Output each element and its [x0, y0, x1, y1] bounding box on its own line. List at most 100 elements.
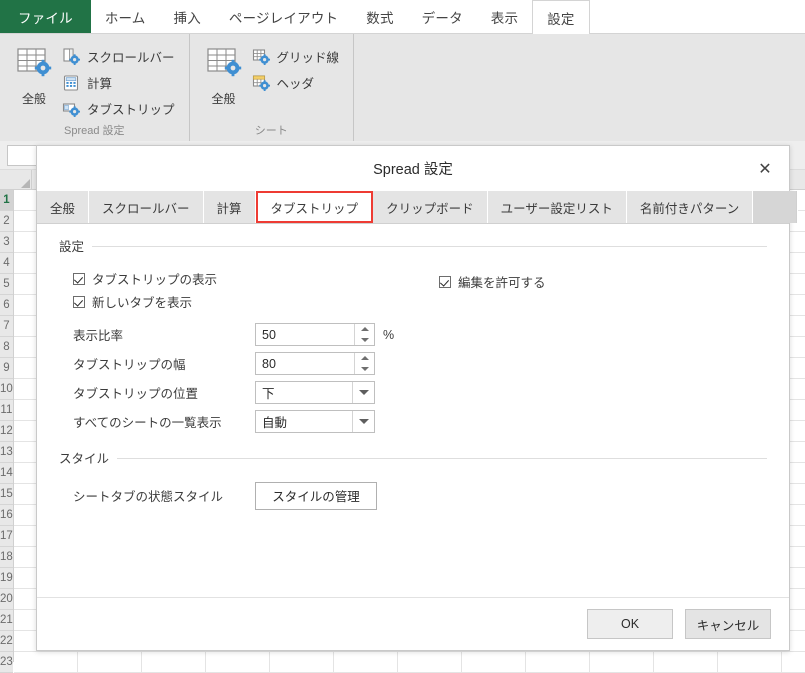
- ribbon-button-gridline[interactable]: グリッド線: [250, 46, 346, 67]
- dropdown-show-all-sheets[interactable]: 自動: [255, 410, 375, 433]
- ribbon-tab-page-layout[interactable]: ページレイアウト: [215, 0, 352, 33]
- dialog-tab-blank[interactable]: [753, 191, 798, 223]
- grid-cell[interactable]: [333, 652, 398, 673]
- spinner-down-icon[interactable]: [355, 335, 374, 346]
- grid-cell[interactable]: [141, 652, 206, 673]
- row-header[interactable]: 2: [0, 211, 13, 232]
- excel-window: ファイル ホーム 挿入 ページレイアウト 数式 データ 表示 設定 全般 スクロ…: [0, 0, 805, 673]
- checkbox-row-allow-edit[interactable]: 編集を許可する: [439, 272, 546, 291]
- field-row-zoom-ratio: 表示比率 50 %: [59, 320, 767, 349]
- dialog-tab-named-pattern[interactable]: 名前付きパターン: [626, 191, 754, 223]
- ribbon-button-scrollbar[interactable]: スクロールバー: [60, 46, 181, 67]
- checkbox-icon[interactable]: [439, 275, 451, 288]
- spread-settings-dialog: Spread 設定 ✕ 全般 スクロールバー 計算 タブストリップ クリップボー…: [36, 145, 799, 651]
- row-header[interactable]: 18: [0, 547, 13, 568]
- chevron-down-icon[interactable]: [352, 382, 374, 403]
- grid-cell[interactable]: [13, 652, 78, 673]
- select-all-corner[interactable]: [0, 170, 32, 189]
- row-header[interactable]: 9: [0, 358, 13, 379]
- ribbon-button-header[interactable]: ヘッダ: [250, 72, 346, 93]
- row-header[interactable]: 7: [0, 316, 13, 337]
- row-header[interactable]: 1: [0, 190, 13, 211]
- spinner-up-icon[interactable]: [355, 324, 374, 335]
- row-header[interactable]: 3: [0, 232, 13, 253]
- row-header[interactable]: 13: [0, 442, 13, 463]
- row-header[interactable]: 21: [0, 610, 13, 631]
- ribbon-tab-data[interactable]: データ: [408, 0, 477, 33]
- field-label: タブストリップの幅: [73, 358, 186, 372]
- spinner-zoom-ratio[interactable]: 50: [255, 323, 375, 346]
- dialog-tab-label: スクロールバー: [102, 201, 190, 216]
- ribbon-button-label: 全般: [211, 92, 236, 106]
- ribbon-button-spread-general[interactable]: 全般: [8, 38, 60, 107]
- grid-cell[interactable]: [77, 652, 142, 673]
- grid-cell[interactable]: [461, 652, 526, 673]
- row-header[interactable]: 4: [0, 253, 13, 274]
- grid-cell[interactable]: [717, 652, 782, 673]
- checkbox-label: 新しいタブを表示: [92, 296, 193, 310]
- row-header[interactable]: 15: [0, 484, 13, 505]
- dialog-tab-tabstrip[interactable]: タブストリップ: [255, 191, 374, 223]
- cancel-button[interactable]: キャンセル: [685, 609, 771, 639]
- ribbon-tab-view[interactable]: 表示: [477, 0, 532, 33]
- spinner-value[interactable]: 50: [256, 324, 354, 345]
- dialog-tab-calculation[interactable]: 計算: [203, 191, 256, 223]
- ribbon-tab-insert[interactable]: 挿入: [160, 0, 215, 33]
- row-header[interactable]: 19: [0, 568, 13, 589]
- dialog-tab-custom-list[interactable]: ユーザー設定リスト: [487, 191, 627, 223]
- dropdown-tabstrip-position[interactable]: 下: [255, 381, 375, 404]
- ok-button[interactable]: OK: [587, 609, 673, 639]
- dialog-tab-general[interactable]: 全般: [37, 191, 90, 223]
- ribbon-small-buttons-sheet: グリッド線 ヘッダ: [250, 38, 346, 93]
- checkbox-icon[interactable]: [73, 272, 85, 285]
- dialog-tab-label: 計算: [216, 201, 242, 216]
- spinner-arrows[interactable]: [354, 353, 374, 374]
- ribbon-tab-formulas[interactable]: 数式: [352, 0, 407, 33]
- spinner-down-icon[interactable]: [355, 364, 374, 375]
- checkbox-icon[interactable]: [73, 295, 85, 308]
- row-header[interactable]: 16: [0, 505, 13, 526]
- checkbox-row-show-new-tab[interactable]: 新しいタブを表示: [59, 290, 767, 313]
- ribbon-button-tabstrip[interactable]: タブストリップ: [60, 98, 181, 119]
- grid-cell[interactable]: [525, 652, 590, 673]
- grid-gear-icon: [16, 44, 52, 84]
- spinner-value[interactable]: 80: [256, 353, 354, 374]
- dialog-tab-scrollbar[interactable]: スクロールバー: [89, 191, 204, 223]
- grid-cell[interactable]: [781, 652, 805, 673]
- checkbox-row-show-tabstrip[interactable]: タブストリップの表示: [59, 267, 767, 290]
- grid-cell[interactable]: [269, 652, 334, 673]
- grid-cell[interactable]: [397, 652, 462, 673]
- grid-cell[interactable]: [653, 652, 718, 673]
- row-header[interactable]: 12: [0, 421, 13, 442]
- chevron-down-icon[interactable]: [352, 411, 374, 432]
- checkbox-label: 編集を許可する: [458, 276, 546, 290]
- ribbon-tab-home[interactable]: ホーム: [91, 0, 160, 33]
- row-header[interactable]: 20: [0, 589, 13, 610]
- spinner-arrows[interactable]: [354, 324, 374, 345]
- row-header[interactable]: 23: [0, 652, 13, 673]
- section-title: 設定: [59, 240, 85, 254]
- row-header[interactable]: 17: [0, 526, 13, 547]
- ribbon-tab-file[interactable]: ファイル: [0, 0, 91, 33]
- ribbon-tab-settings[interactable]: 設定: [532, 0, 590, 34]
- row-header[interactable]: 5: [0, 274, 13, 295]
- row-header[interactable]: 10: [0, 379, 13, 400]
- grid-cell[interactable]: [589, 652, 654, 673]
- field-label: タブストリップの位置: [73, 387, 199, 401]
- spinner-up-icon[interactable]: [355, 353, 374, 364]
- row-header[interactable]: 14: [0, 463, 13, 484]
- manage-styles-button[interactable]: スタイルの管理: [255, 481, 377, 510]
- close-icon[interactable]: ✕: [753, 157, 777, 181]
- ribbon-button-calculation[interactable]: 計算: [60, 72, 181, 93]
- row-header[interactable]: 8: [0, 337, 13, 358]
- ribbon-button-sheet-general[interactable]: 全般: [198, 38, 250, 107]
- row-header[interactable]: 22: [0, 631, 13, 652]
- spinner-tabstrip-width[interactable]: 80: [255, 352, 375, 375]
- row-header[interactable]: 11: [0, 400, 13, 421]
- dialog-content: 設定 タブストリップの表示 新しいタブを表示 編集を許可する 表示比率 50 %…: [37, 224, 789, 597]
- ribbon-button-label: 全般: [21, 92, 46, 106]
- row-header[interactable]: 6: [0, 295, 13, 316]
- grid-cell[interactable]: [205, 652, 270, 673]
- dropdown-value: 自動: [262, 416, 288, 430]
- dialog-tab-clipboard[interactable]: クリップボード: [373, 191, 488, 223]
